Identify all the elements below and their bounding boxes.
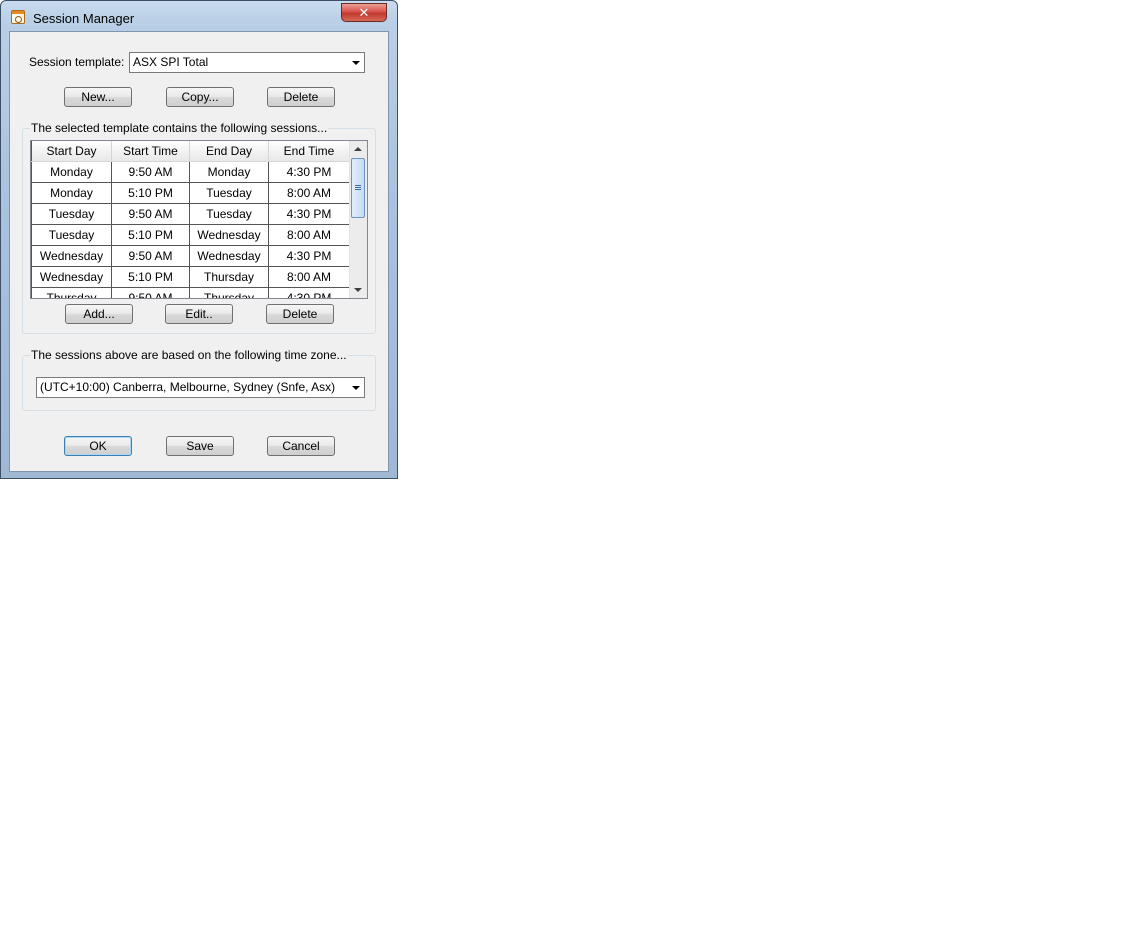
sessions-scrollbar[interactable] [349, 141, 367, 298]
end-day-cell: Tuesday [189, 203, 269, 225]
column-header-start-time[interactable]: Start Time [111, 141, 190, 162]
start-day-cell: Tuesday [31, 224, 112, 246]
start-time-cell: 5:10 PM [111, 224, 190, 246]
scroll-up-icon[interactable] [354, 147, 362, 151]
table-row[interactable]: Tuesday 9:50 AM Tuesday 4:30 PM [31, 203, 349, 225]
chevron-down-icon [352, 386, 360, 390]
table-row[interactable]: Wednesday 5:10 PM Thursday 8:00 AM [31, 266, 349, 288]
start-day-cell: Wednesday [31, 245, 112, 267]
sessions-grid-viewport: Start Day Start Time End Day End Time Mo… [31, 141, 349, 298]
edit-session-button[interactable]: Edit.. [165, 304, 233, 324]
scrollbar-thumb[interactable] [351, 158, 365, 218]
end-day-cell: Monday [189, 161, 269, 183]
sessions-group-label: The selected template contains the follo… [30, 121, 329, 135]
close-button[interactable]: ✕ [341, 3, 387, 22]
end-day-cell: Thursday [189, 266, 269, 288]
column-header-end-day[interactable]: End Day [189, 141, 269, 162]
scroll-down-icon[interactable] [354, 288, 362, 292]
table-row[interactable]: Thursday 9:50 AM Thursday 4:30 PM [31, 287, 349, 298]
column-header-start-day[interactable]: Start Day [31, 141, 112, 162]
column-header-end-time[interactable]: End Time [268, 141, 349, 162]
sessions-header-row: Start Day Start Time End Day End Time [31, 141, 349, 162]
start-day-cell: Monday [31, 182, 112, 204]
table-row[interactable]: Wednesday 9:50 AM Wednesday 4:30 PM [31, 245, 349, 267]
delete-session-button[interactable]: Delete [266, 304, 334, 324]
chevron-down-icon [352, 61, 360, 65]
ok-button[interactable]: OK [64, 436, 132, 456]
end-day-cell: Wednesday [189, 245, 269, 267]
end-time-cell: 8:00 AM [268, 182, 349, 204]
cancel-button[interactable]: Cancel [267, 436, 335, 456]
end-time-cell: 4:30 PM [268, 245, 349, 267]
grip-icon [355, 185, 361, 186]
start-time-cell: 9:50 AM [111, 245, 190, 267]
end-day-cell: Thursday [189, 287, 269, 298]
start-time-cell: 5:10 PM [111, 266, 190, 288]
start-time-cell: 5:10 PM [111, 182, 190, 204]
end-time-cell: 4:30 PM [268, 287, 349, 298]
timezone-select[interactable]: (UTC+10:00) Canberra, Melbourne, Sydney … [36, 377, 365, 398]
end-time-cell: 8:00 AM [268, 266, 349, 288]
delete-template-button[interactable]: Delete [267, 87, 335, 107]
start-day-cell: Thursday [31, 287, 112, 298]
dialog-client-area: Session template: ASX SPI Total New... C… [9, 31, 389, 472]
window-title: Session Manager [33, 11, 135, 26]
end-time-cell: 4:30 PM [268, 203, 349, 225]
table-row[interactable]: Monday 5:10 PM Tuesday 8:00 AM [31, 182, 349, 204]
add-session-button[interactable]: Add... [65, 304, 133, 324]
session-template-label: Session template: [29, 55, 125, 69]
sessions-table: Start Day Start Time End Day End Time Mo… [31, 141, 349, 298]
copy-template-button[interactable]: Copy... [166, 87, 234, 107]
session-template-select[interactable]: ASX SPI Total [129, 52, 365, 73]
end-time-cell: 4:30 PM [268, 161, 349, 183]
end-time-cell: 8:00 AM [268, 224, 349, 246]
timezone-group-label: The sessions above are based on the foll… [30, 348, 348, 362]
session-manager-window: Session Manager ✕ Session template: ASX … [0, 0, 398, 479]
start-day-cell: Wednesday [31, 266, 112, 288]
start-time-cell: 9:50 AM [111, 203, 190, 225]
calendar-clock-icon [11, 10, 25, 24]
start-day-cell: Monday [31, 161, 112, 183]
table-row[interactable]: Monday 9:50 AM Monday 4:30 PM [31, 161, 349, 183]
table-row[interactable]: Tuesday 5:10 PM Wednesday 8:00 AM [31, 224, 349, 246]
session-template-value: ASX SPI Total [133, 55, 209, 69]
new-template-button[interactable]: New... [64, 87, 132, 107]
start-time-cell: 9:50 AM [111, 161, 190, 183]
start-day-cell: Tuesday [31, 203, 112, 225]
end-day-cell: Tuesday [189, 182, 269, 204]
timezone-value: (UTC+10:00) Canberra, Melbourne, Sydney … [40, 380, 336, 394]
start-time-cell: 9:50 AM [111, 287, 190, 298]
sessions-grid[interactable]: Start Day Start Time End Day End Time Mo… [30, 140, 368, 299]
save-button[interactable]: Save [166, 436, 234, 456]
end-day-cell: Wednesday [189, 224, 269, 246]
title-bar[interactable]: Session Manager ✕ [1, 1, 397, 33]
